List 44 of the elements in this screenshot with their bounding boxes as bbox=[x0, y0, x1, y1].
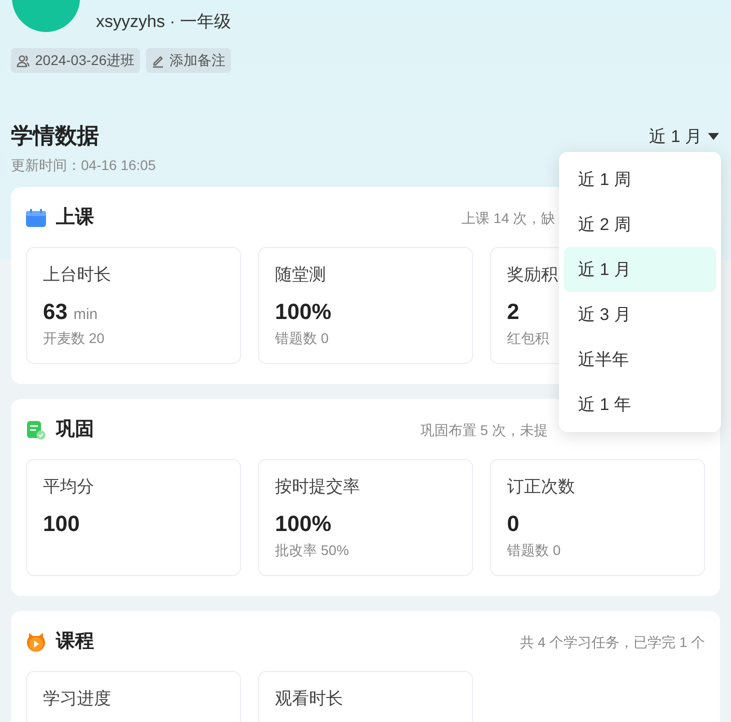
range-dropdown[interactable]: 近 1 月 bbox=[649, 124, 719, 150]
people-icon bbox=[16, 54, 30, 68]
join-date-tag: 2024-03-26进班 bbox=[11, 48, 140, 73]
stat-value: 63 bbox=[43, 298, 68, 326]
pencil-icon bbox=[150, 54, 165, 68]
stat-unit: min bbox=[73, 305, 98, 325]
stat-label: 学习进度 bbox=[43, 688, 111, 710]
stat-label: 按时提交率 bbox=[275, 476, 360, 498]
stat-value: 0 bbox=[507, 510, 520, 538]
range-option[interactable]: 近 1 月 bbox=[564, 247, 716, 292]
card-title: 上课 bbox=[56, 206, 94, 230]
play-icon bbox=[26, 632, 46, 652]
stat-label: 随堂测 bbox=[275, 264, 326, 286]
stat-value: 100% bbox=[275, 510, 332, 538]
stat-value: 100% bbox=[275, 298, 332, 326]
range-option[interactable]: 近 2 周 bbox=[564, 202, 716, 247]
stat-detail: 错题数 0 bbox=[507, 541, 561, 560]
range-option[interactable]: 近半年 bbox=[564, 337, 716, 382]
card-summary: 上课 14 次，缺 bbox=[462, 208, 555, 228]
card-summary: 共 4 个学习任务，已学完 1 个 bbox=[520, 632, 705, 652]
stat-value: 2 bbox=[507, 298, 520, 326]
stat-detail: 开麦数 20 bbox=[43, 329, 104, 348]
card-summary[interactable]: 巩固布置 5 次，未提 bbox=[420, 420, 548, 440]
range-option[interactable]: 近 1 周 bbox=[564, 157, 716, 202]
stat-detail: 红包积 bbox=[507, 329, 549, 348]
checklist-icon bbox=[26, 420, 46, 440]
card-title: 课程 bbox=[56, 630, 94, 654]
stat-label: 上台时长 bbox=[43, 264, 111, 286]
stat-label: 观看时长 bbox=[275, 688, 343, 710]
stat-detail: 批改率 50% bbox=[275, 541, 349, 560]
student-subtitle: xsyyzyhs · 一年级 bbox=[96, 11, 232, 33]
range-option[interactable]: 近 3 月 bbox=[564, 292, 716, 337]
range-option[interactable]: 近 1 年 bbox=[564, 382, 716, 427]
update-time: 更新时间：04-16 16:05 bbox=[11, 156, 156, 175]
caret-down-icon bbox=[708, 133, 719, 140]
stat-label: 奖励积 bbox=[507, 264, 558, 286]
stat-value: 100 bbox=[43, 510, 80, 538]
calendar-icon bbox=[26, 209, 46, 227]
stat-label: 平均分 bbox=[43, 476, 94, 498]
add-note-button[interactable]: 添加备注 bbox=[146, 48, 231, 73]
stat-detail: 错题数 0 bbox=[275, 329, 329, 348]
section-title: 学情数据 bbox=[11, 122, 99, 150]
stat-label: 订正次数 bbox=[507, 476, 575, 498]
card-title: 巩固 bbox=[56, 418, 94, 442]
